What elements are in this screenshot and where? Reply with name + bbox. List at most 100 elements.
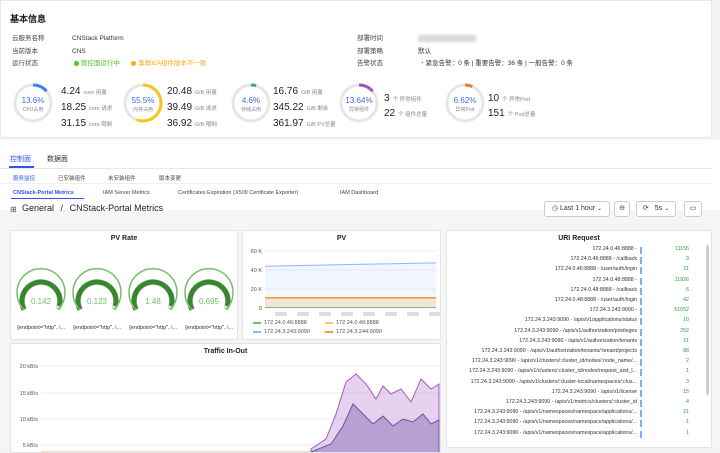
subtab-installed[interactable]: 已安装组件 xyxy=(58,174,86,182)
uri-row: 172.24.3.243:9090 - /apis/v1/namespaces/… xyxy=(451,419,707,428)
time-range-picker[interactable]: ◷ Last 1 hour ⌄ xyxy=(544,201,610,217)
ok-dot-icon xyxy=(74,61,79,66)
uri-label: 172.24.0.48:8888 - /callback xyxy=(570,287,637,293)
uri-bar xyxy=(640,410,642,417)
y-tick-label: 60 K xyxy=(251,249,263,255)
uri-value: 252 xyxy=(680,328,689,334)
info-row-status: 运行状态 管控面运行中 集群tcA组件版本不一致 xyxy=(12,57,206,67)
panel-uri-request: URI Request 172.24.0.46:8888 -11156172.2… xyxy=(446,230,712,448)
legend-swatch xyxy=(325,331,333,333)
uri-bar xyxy=(640,400,642,407)
uri-label: 172.24.3.243:9090 - /apis/v1/clusters/:c… xyxy=(469,368,637,374)
tab-data-plane[interactable]: 数据面 xyxy=(47,154,68,164)
stat-value: 31.15 xyxy=(61,118,86,129)
subtab-service-monitor[interactable]: 服务监控 xyxy=(13,174,35,182)
uri-bar xyxy=(640,349,642,356)
redacted-value xyxy=(418,35,476,42)
panel-pv: PV 60 K40 K20 K0172.24.0.46:8888172.24.0… xyxy=(242,230,441,340)
x-tick-label xyxy=(319,312,331,316)
dash-tab-iam-dashboard[interactable]: IAM Dashboard xyxy=(340,190,378,196)
legend-label[interactable]: 172.24.3.244:9090 xyxy=(336,329,382,335)
legend-label[interactable]: 172.24.3.243:9090 xyxy=(264,329,310,335)
gauge-label: 异常Pod xyxy=(456,106,475,113)
uri-bar xyxy=(640,298,642,305)
info-row-name: 云服务名称CNStack Platform xyxy=(12,32,124,42)
legend-label[interactable]: 172.24.0.48:8888 xyxy=(336,320,379,326)
uri-bar xyxy=(640,308,642,315)
x-tick-label xyxy=(275,312,287,316)
dash-tab-iam-server[interactable]: IAM Server Metrics xyxy=(103,190,150,196)
uri-bar xyxy=(640,288,642,295)
uri-value: 42 xyxy=(683,297,689,303)
uri-label: 172.24.0.46:8888 - /callback xyxy=(570,256,637,262)
warning-dot-icon xyxy=(131,61,136,66)
tv-mode-button[interactable]: ▭ xyxy=(684,201,702,217)
y-tick-label: 5 kB/s xyxy=(23,443,39,449)
uri-value: 1 xyxy=(686,368,689,374)
uri-label: 172.24.0.48:8888 - /user/auth/login xyxy=(555,297,637,303)
panel-title: URI Request xyxy=(447,235,711,242)
stat-value: 18.25 xyxy=(61,102,86,113)
dash-tab-portal-metrics[interactable]: CNStack-Portal Metrics xyxy=(13,190,74,196)
gauge-label: {endpoint="http", i... xyxy=(17,325,66,331)
x-tick-label xyxy=(385,312,397,316)
grid-icon: ⊞ xyxy=(10,205,17,214)
gauge-value: 6.62% xyxy=(454,96,477,105)
refresh-button[interactable]: ⟳ 5s ⌄ xyxy=(636,201,676,217)
active-dash-indicator xyxy=(11,198,84,199)
gauge-4: 6.62%异常Pod xyxy=(443,81,487,125)
y-tick-label: 15 kB/s xyxy=(20,391,39,397)
chevron-down-icon: ⌄ xyxy=(597,206,602,212)
stat-value: 16.76 xyxy=(273,86,298,97)
subtab-version-change[interactable]: 版本变更 xyxy=(159,174,181,182)
uri-value: 11156 xyxy=(675,246,689,252)
pv-rate-gauge-2: 1.48{endpoint="http", i... xyxy=(125,245,181,340)
gauge-label: {endpoint="http", i... xyxy=(73,325,122,331)
uri-bar xyxy=(640,247,642,254)
stat-unit: GiB 请求 xyxy=(195,106,217,112)
x-tick-label xyxy=(363,312,375,316)
uri-value: 6 xyxy=(686,287,689,293)
uri-label: 172.24.3.243:9090 - /apis/v1/authorizati… xyxy=(482,348,637,354)
info-row-deploy-policy: 部署策略默认 xyxy=(357,45,431,55)
pv-line-chart: 60 K40 K20 K0172.24.0.46:8888172.24.0.48… xyxy=(243,231,441,340)
stat-value: 39.49 xyxy=(167,102,192,113)
scrollbar[interactable] xyxy=(706,245,709,395)
divider xyxy=(0,183,712,184)
uri-row: 172.24.3.243:9090 - /apis/v1/namespaces/… xyxy=(451,409,707,418)
uri-row: 172.24.3.243:9090 - /apis/v1/license15 xyxy=(451,389,707,398)
breadcrumb-root[interactable]: General xyxy=(22,203,54,213)
uri-row: 172.24.0.46:8888 -11156 xyxy=(451,246,707,255)
stat-value: 36.92 xyxy=(167,118,192,129)
info-row-version: 当前版本CNS xyxy=(12,45,86,55)
stat-unit: GiB 用量 xyxy=(195,90,217,96)
uri-label: 172.24.3.243:9090 - xyxy=(590,307,637,313)
tab-control-plane[interactable]: 控制面 xyxy=(10,154,31,164)
info-row-deploy-time: 部署时间 xyxy=(357,32,476,42)
uri-label: 172.24.3.243:9090 - /apis/v1/authorizati… xyxy=(519,338,637,344)
breadcrumb: General / CNStack-Portal Metrics xyxy=(22,203,163,213)
alert-summary-link[interactable]: 紧急告警：0 条 | 重要告警：36 条 | 一般告警：0 条 xyxy=(426,60,573,67)
uri-row: 172.24.0.48:8888 - /callback 6 xyxy=(451,287,707,296)
uri-row: 172.24.0.46:8888 - /callback9 xyxy=(451,256,707,265)
subtab-not-installed[interactable]: 未安装组件 xyxy=(108,174,136,182)
stat-unit: 个 Pod总量 xyxy=(508,112,536,118)
gauge-label: 存储占用 xyxy=(241,106,261,113)
pv-rate-gauge-0: 0.142{endpoint="http", i... xyxy=(13,245,69,340)
uri-label: 172.24.3.243:9090 - /apis/v1/authorizati… xyxy=(514,328,637,334)
legend-label[interactable]: 172.24.0.46:8888 xyxy=(264,320,307,326)
dash-tab-certificates[interactable]: Certificates Expiration (X509 Certificat… xyxy=(178,190,298,196)
version-mismatch-link[interactable]: 集群tcA组件版本不一致 xyxy=(138,60,206,67)
stat-unit: core 请求 xyxy=(89,106,112,112)
y-tick-label: 10 kB/s xyxy=(20,417,39,423)
stat-value: 20.48 xyxy=(167,86,192,97)
x-tick-label xyxy=(297,312,309,316)
section-title: 基本信息 xyxy=(10,12,46,25)
clock-icon: ◷ xyxy=(552,205,558,212)
uri-bar xyxy=(640,369,642,376)
uri-row: 172.24.3.243:9090 - /apis/v1/clusters/:c… xyxy=(451,358,707,367)
uri-bar xyxy=(640,359,642,366)
stat-unit: GiB 剩余 xyxy=(307,106,329,112)
stat-unit: GiB 限制 xyxy=(195,122,217,128)
zoom-out-button[interactable]: ⊖ xyxy=(614,201,630,217)
